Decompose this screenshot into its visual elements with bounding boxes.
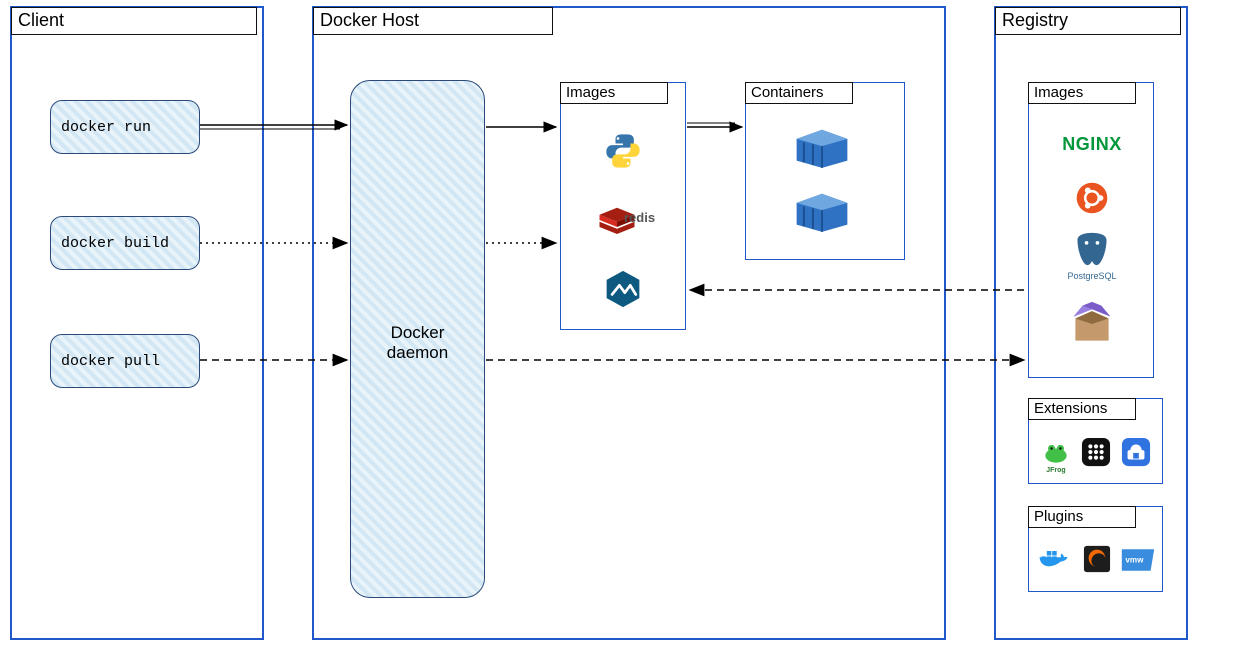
cmd-docker-build-text: docker build [61, 235, 169, 252]
client-title-text: Client [18, 10, 64, 30]
cmd-docker-build: docker build [50, 216, 200, 270]
host-containers-title: Containers [745, 82, 853, 104]
registry-panel-title: Registry [995, 7, 1181, 35]
registry-images-title: Images [1028, 82, 1136, 104]
grafana-icon [1082, 544, 1112, 574]
docker-daemon-label: Docker daemon [387, 323, 448, 363]
host-images-title-text: Images [566, 84, 615, 101]
postgresql-icon: PostgreSQL [1066, 228, 1118, 284]
host-title-text: Docker Host [320, 10, 419, 30]
grid-app-icon [1080, 436, 1112, 468]
jfrog-icon: JFrog [1038, 434, 1074, 470]
registry-plugins-title: Plugins [1028, 506, 1136, 528]
registry-extensions-title-text: Extensions [1034, 400, 1107, 417]
host-images-title: Images [560, 82, 668, 104]
cmd-docker-pull: docker pull [50, 334, 200, 388]
registry-plugins-title-text: Plugins [1034, 508, 1083, 525]
docker-icon [1036, 544, 1072, 576]
docker-daemon-box: Docker daemon [350, 80, 485, 598]
container-icon [790, 188, 854, 234]
postgresql-label: PostgreSQL [1067, 271, 1116, 281]
cmd-docker-pull-text: docker pull [61, 353, 160, 370]
alpine-icon [602, 268, 644, 310]
client-panel-title: Client [11, 7, 257, 35]
nginx-icon: NGINX [1052, 128, 1132, 160]
python-icon [600, 128, 646, 174]
vmw-icon: vmw [1120, 546, 1156, 574]
package-icon [1066, 298, 1118, 350]
redis-label: redis [624, 210, 655, 225]
svg-text:vmw: vmw [1125, 556, 1144, 565]
registry-images-title-text: Images [1034, 84, 1083, 101]
container-icon [790, 124, 854, 170]
host-containers-title-text: Containers [751, 84, 824, 101]
cloud-app-icon [1120, 436, 1152, 468]
cmd-docker-run-text: docker run [61, 119, 151, 136]
host-panel-title: Docker Host [313, 7, 553, 35]
cmd-docker-run: docker run [50, 100, 200, 154]
registry-extensions-title: Extensions [1028, 398, 1136, 420]
redis-icon: redis [592, 200, 656, 240]
ubuntu-icon [1072, 178, 1112, 218]
registry-title-text: Registry [1002, 10, 1068, 30]
